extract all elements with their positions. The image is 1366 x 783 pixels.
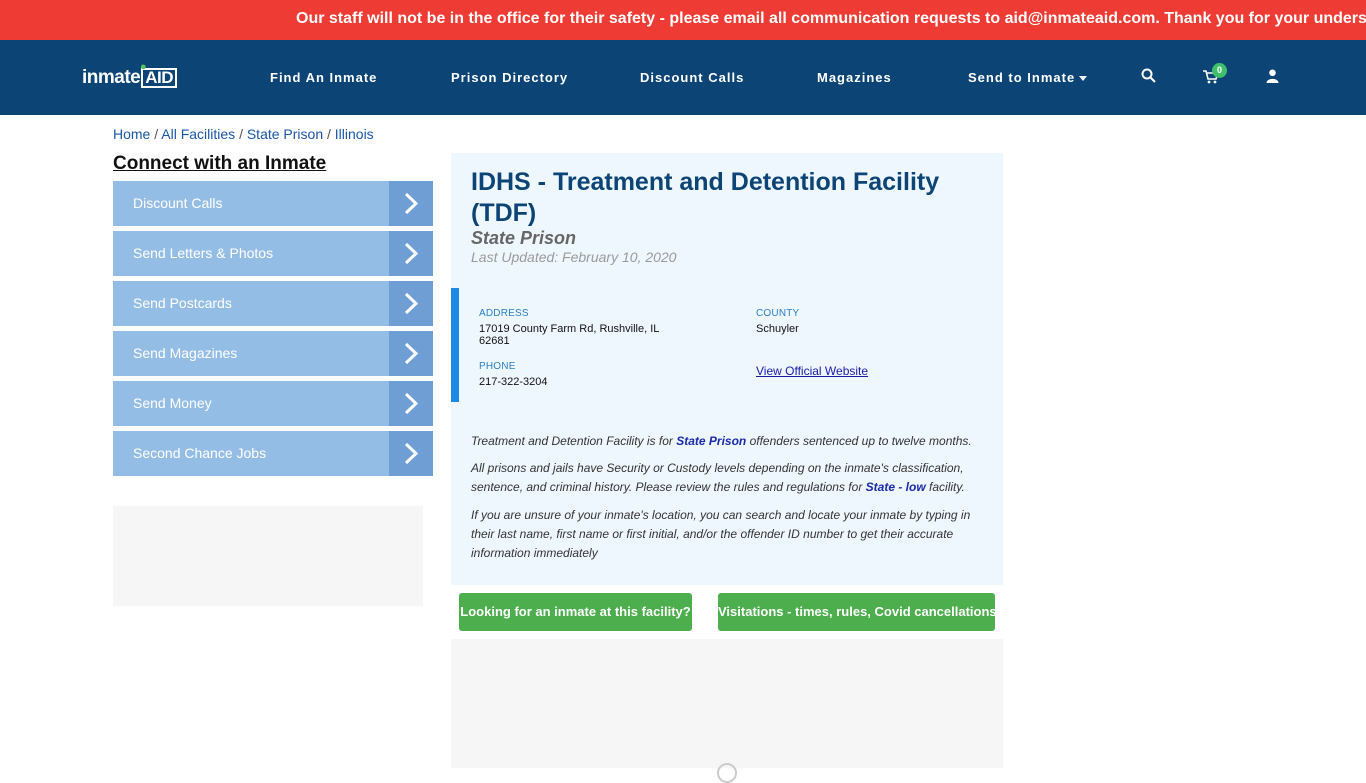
breadcrumb-separator: / (154, 126, 159, 142)
sidebar-item-label: Send Magazines (133, 345, 238, 361)
nav-prison-directory[interactable]: Prison Directory (451, 70, 568, 85)
facility-card: IDHS - Treatment and Detention Facility … (451, 153, 1003, 585)
logo[interactable]: ● inmate AID (82, 61, 178, 89)
chevron-right-icon (389, 181, 433, 226)
alert-text: Our staff will not be in the office for … (296, 10, 1366, 27)
alert-banner: Our staff will not be in the office for … (0, 0, 1366, 40)
chevron-right-icon (389, 231, 433, 276)
find-inmate-at-facility-button[interactable]: Looking for an inmate at this facility? (459, 593, 692, 631)
breadcrumb: Home / All Facilities / State Prison / I… (113, 126, 374, 142)
sidebar-send-postcards-button[interactable]: Send Postcards (113, 281, 433, 326)
sidebar-item-label: Send Postcards (133, 295, 232, 311)
breadcrumb-illinois[interactable]: Illinois (335, 126, 374, 142)
chevron-right-icon (389, 331, 433, 376)
phone-label: PHONE (479, 361, 516, 372)
breadcrumb-all-facilities[interactable]: All Facilities (161, 126, 235, 142)
last-updated: Last Updated: February 10, 2020 (471, 249, 677, 265)
sidebar-discount-calls-button[interactable]: Discount Calls (113, 181, 433, 226)
security-levels-text: All prisons and jails have Security or C… (471, 459, 986, 497)
logo-aid: AID (141, 68, 178, 88)
caret-down-icon (1079, 76, 1088, 82)
county-label: COUNTY (756, 308, 800, 319)
sidebar-item-label: Second Chance Jobs (133, 445, 267, 461)
chevron-right-icon (389, 431, 433, 476)
breadcrumb-home[interactable]: Home (113, 126, 150, 142)
facility-title: IDHS - Treatment and Detention Facility … (471, 168, 940, 227)
cart-count-badge: 0 (1212, 63, 1227, 78)
connect-title[interactable]: Connect with an Inmate (113, 153, 326, 175)
official-website-link[interactable]: View Official Website (756, 364, 868, 378)
address-value: 17019 County Farm Rd, Rushville, IL 6268… (479, 323, 659, 347)
chevron-right-icon (389, 381, 433, 426)
user-icon[interactable] (1266, 69, 1279, 88)
facility-description: Treatment and Detention Facility is for … (471, 432, 986, 451)
para2-post: facility. (929, 480, 965, 494)
para1-pre: Treatment and Detention Facility is for (471, 434, 673, 448)
loading-spinner-icon (717, 763, 737, 783)
state-prison-link[interactable]: State Prison (676, 434, 746, 448)
leaf-icon: ● (140, 61, 147, 73)
facility-type: State Prison (471, 228, 577, 248)
breadcrumb-separator: / (327, 126, 331, 142)
sidebar-send-letters-button[interactable]: Send Letters & Photos (113, 231, 433, 276)
content-placeholder (451, 639, 1003, 783)
county-value: Schuyler (756, 323, 799, 335)
sidebar-send-magazines-button[interactable]: Send Magazines (113, 331, 433, 376)
info-accent-bar (451, 288, 459, 402)
breadcrumb-state-prison[interactable]: State Prison (247, 126, 323, 142)
sidebar-item-label: Discount Calls (133, 195, 223, 211)
sidebar-send-money-button[interactable]: Send Money (113, 381, 433, 426)
visitations-button[interactable]: Visitations - times, rules, Covid cancel… (718, 593, 997, 631)
address-label: ADDRESS (479, 308, 529, 319)
phone-value: 217-322-3204 (479, 376, 548, 388)
chevron-right-icon (389, 281, 433, 326)
nav-find-inmate[interactable]: Find An Inmate (270, 70, 377, 85)
search-icon[interactable] (1141, 68, 1156, 88)
nav-send-to-inmate-label: Send to Inmate (968, 70, 1076, 85)
logo-text: inmate (82, 67, 141, 88)
nav-discount-calls[interactable]: Discount Calls (640, 70, 744, 85)
sidebar-second-chance-jobs-button[interactable]: Second Chance Jobs (113, 431, 433, 476)
top-nav: ● inmate AID Find An Inmate Prison Direct… (0, 40, 1366, 115)
para1-post: offenders sentenced up to twelve months. (749, 434, 972, 448)
sidebar-item-label: Send Money (133, 395, 212, 411)
nav-magazines[interactable]: Magazines (817, 70, 892, 85)
breadcrumb-separator: / (239, 126, 243, 142)
sidebar-item-label: Send Letters & Photos (133, 245, 274, 261)
sidebar-ad-placeholder (113, 506, 423, 606)
state-low-link[interactable]: State - low (866, 480, 926, 494)
nav-send-to-inmate[interactable]: Send to Inmate (968, 70, 1088, 85)
search-instructions-text: If you are unsure of your inmate's locat… (471, 508, 971, 560)
